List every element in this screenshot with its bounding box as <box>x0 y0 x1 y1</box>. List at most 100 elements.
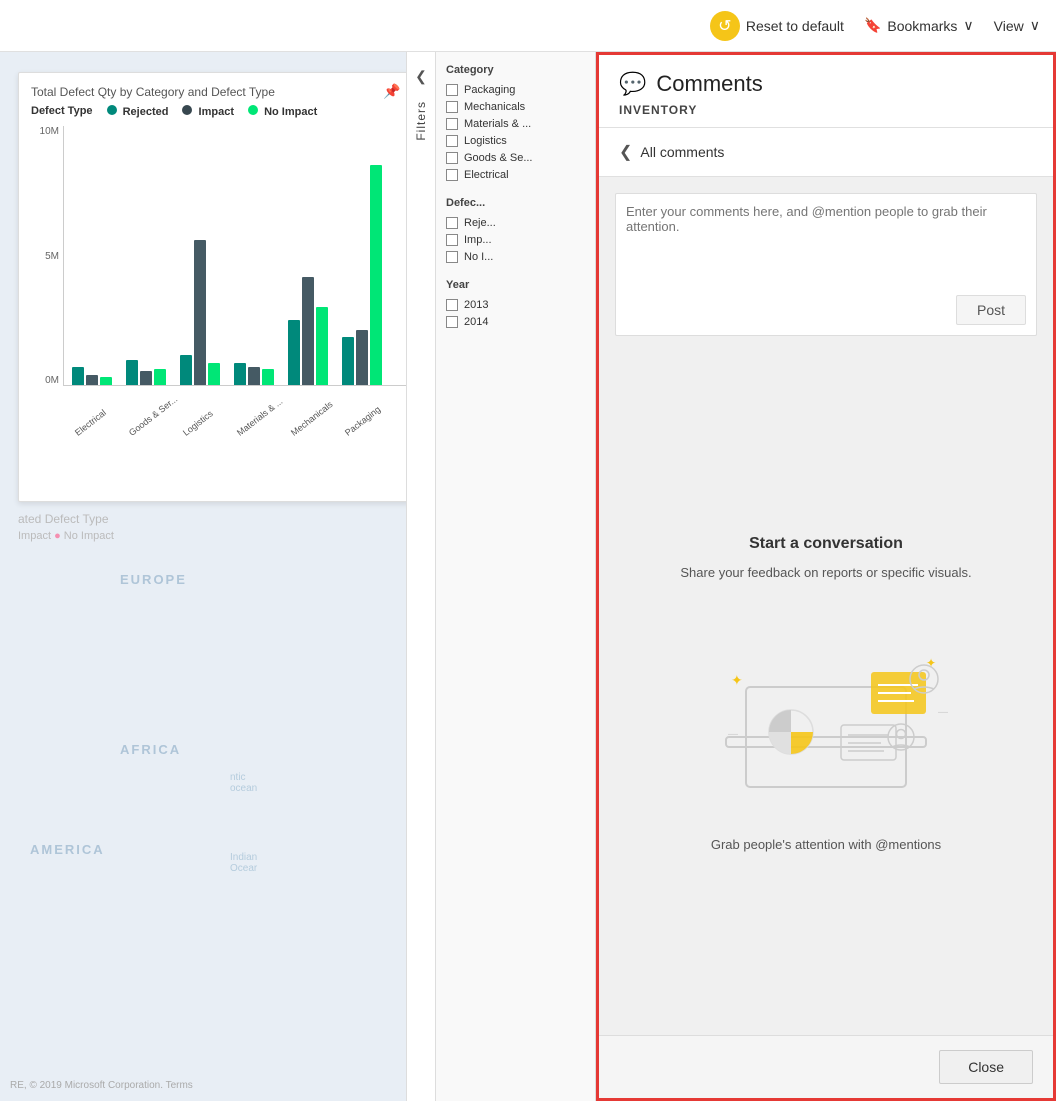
filter-item-materials[interactable]: Materials & ... <box>446 118 585 130</box>
filter-checkbox-goods[interactable] <box>446 152 458 164</box>
all-comments-row[interactable]: ❮ All comments <box>599 128 1053 177</box>
bar-logistics-rejected <box>180 355 192 385</box>
filter-item-2014[interactable]: 2014 <box>446 316 585 328</box>
grab-attention-text: Grab people's attention with @mentions <box>711 837 941 852</box>
bar-pack-noimpact <box>370 165 382 385</box>
bar-goods-noimpact <box>154 369 166 385</box>
filter-checkbox-mechanicals[interactable] <box>446 101 458 113</box>
legend-label: Defect Type <box>31 105 93 118</box>
bookmark-icon: 🔖 <box>864 17 881 34</box>
bar-materials-noimpact <box>262 369 274 385</box>
filter-label-impact: Imp... <box>464 234 492 246</box>
filter-checkbox-2014[interactable] <box>446 316 458 328</box>
filter-item-impact[interactable]: Imp... <box>446 234 585 246</box>
svg-text:—: — <box>728 729 738 740</box>
pin-icon[interactable]: 📌 <box>383 83 400 100</box>
filter-item-2013[interactable]: 2013 <box>446 299 585 311</box>
year-title: Year <box>446 279 585 291</box>
filter-checkbox-rejected[interactable] <box>446 217 458 229</box>
bookmarks-chevron-icon: ∨ <box>963 17 973 34</box>
bar-goods-impact <box>140 371 152 385</box>
bar-electrical-noimpact <box>100 377 112 385</box>
bar-materials-impact <box>248 367 260 385</box>
x-labels: Electrical Goods & Ser... Logistics Mate… <box>63 430 406 440</box>
filter-checkbox-electrical[interactable] <box>446 169 458 181</box>
comments-body: ❮ All comments Post Start a conversation… <box>599 128 1053 1035</box>
chart-legend: Defect Type Rejected Impact No Impact <box>31 105 406 118</box>
legend-rejected: Rejected <box>107 105 169 118</box>
bar-group-logistics <box>180 126 220 385</box>
impact-dot <box>182 105 192 115</box>
defect-filter-section: Defec... Reje... Imp... No I... <box>446 197 585 263</box>
year-filter-section: Year 2013 2014 <box>446 279 585 328</box>
comments-section-label: INVENTORY <box>619 103 1033 117</box>
filter-item-logistics[interactable]: Logistics <box>446 135 585 147</box>
filter-checkbox-noimpact[interactable] <box>446 251 458 263</box>
back-chevron-icon: ❮ <box>619 142 632 162</box>
filter-checkbox-packaging[interactable] <box>446 84 458 96</box>
filter-checkbox-2013[interactable] <box>446 299 458 311</box>
bookmarks-button[interactable]: 🔖 Bookmarks ∨ <box>864 17 974 34</box>
bars-area <box>63 126 406 386</box>
y-label-0m: 0M <box>31 375 59 386</box>
y-label-5m: 5M <box>31 251 59 262</box>
conversation-illustration: ✦ ✦ — — <box>676 607 976 807</box>
filter-item-noimpact[interactable]: No I... <box>446 251 585 263</box>
start-conversation-area: Start a conversation Share your feedback… <box>599 352 1053 1035</box>
y-label-10m: 10M <box>31 126 59 137</box>
filter-label-electrical: Electrical <box>464 169 509 181</box>
bar-mech-noimpact <box>316 307 328 385</box>
bar-pack-impact <box>356 330 368 385</box>
bookmarks-label: Bookmarks <box>887 18 957 34</box>
category-filter-section: Category Packaging Mechanicals Materials… <box>446 64 585 181</box>
reset-label: Reset to default <box>746 18 844 34</box>
filter-label-noimpact: No I... <box>464 251 493 263</box>
noimpact-dot <box>248 105 258 115</box>
comment-input-area: Post <box>615 193 1037 336</box>
svg-text:—: — <box>938 707 948 718</box>
reset-button[interactable]: ↺ Reset to default <box>710 11 844 41</box>
category-title: Category <box>446 64 585 76</box>
bar-electrical-rejected <box>72 367 84 385</box>
post-button[interactable]: Post <box>956 295 1026 325</box>
bar-materials-rejected <box>234 363 246 385</box>
filter-item-rejected[interactable]: Reje... <box>446 217 585 229</box>
filter-item-goods[interactable]: Goods & Se... <box>446 152 585 164</box>
legend-noimpact: No Impact <box>248 105 317 118</box>
rejected-dot <box>107 105 117 115</box>
bar-mech-impact <box>302 277 314 385</box>
filter-sidebar: Category Packaging Mechanicals Materials… <box>436 52 596 1101</box>
filter-item-packaging[interactable]: Packaging <box>446 84 585 96</box>
bar-group-packaging <box>342 126 382 385</box>
view-chevron-icon: ∨ <box>1030 17 1040 34</box>
bar-electrical-impact <box>86 375 98 385</box>
filters-tab-label[interactable]: Filters <box>414 101 428 141</box>
chart-viz: 10M 5M 0M <box>31 126 406 426</box>
filter-checkbox-logistics[interactable] <box>446 135 458 147</box>
view-label: View <box>994 18 1024 34</box>
copyright: RE, © 2019 Microsoft Corporation. Terms <box>10 1080 193 1091</box>
legend-impact: Impact <box>182 105 234 118</box>
chart-card: 📌 ⊿ ⊞ ··· Total Defect Qty by Category a… <box>18 72 406 502</box>
filter-checkbox-materials[interactable] <box>446 118 458 130</box>
filter-label-mechanicals: Mechanicals <box>464 101 525 113</box>
svg-text:✦: ✦ <box>926 656 936 670</box>
africa-label: AFRICA <box>120 742 181 757</box>
filter-item-mechanicals[interactable]: Mechanicals <box>446 101 585 113</box>
filter-label-2013: 2013 <box>464 299 488 311</box>
comment-input[interactable] <box>626 204 1026 284</box>
bar-group-materials <box>234 126 274 385</box>
close-button[interactable]: Close <box>939 1050 1033 1084</box>
reset-icon: ↺ <box>710 11 740 41</box>
bar-logistics-noimpact <box>208 363 220 385</box>
filter-checkbox-impact[interactable] <box>446 234 458 246</box>
bar-pack-rejected <box>342 337 354 385</box>
bar-logistics-impact <box>194 240 206 385</box>
comments-icon: 💬 <box>619 71 646 97</box>
filter-item-electrical[interactable]: Electrical <box>446 169 585 181</box>
start-conversation-title: Start a conversation <box>749 535 903 553</box>
view-button[interactable]: View ∨ <box>994 17 1040 34</box>
filter-label-goods: Goods & Se... <box>464 152 532 164</box>
collapse-filters-button[interactable]: ❮ <box>409 62 433 91</box>
bar-mech-rejected <box>288 320 300 385</box>
